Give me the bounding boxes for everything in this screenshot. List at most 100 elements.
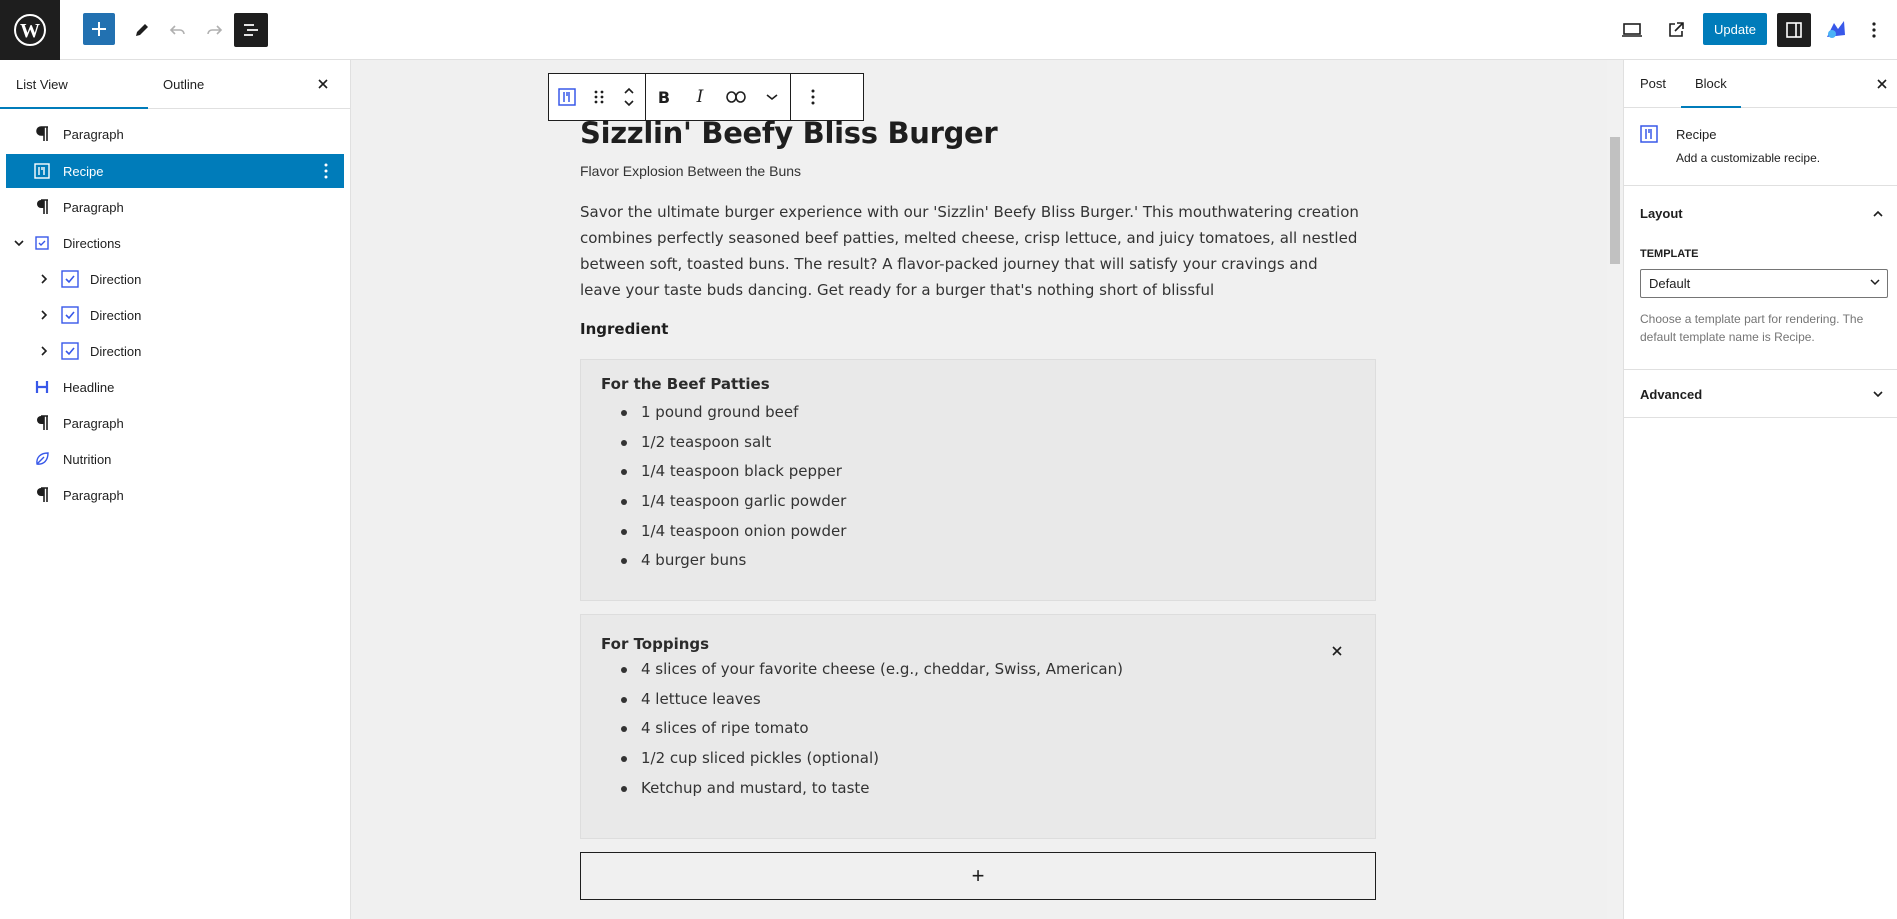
undo-icon[interactable] — [160, 12, 196, 48]
list-item-direction[interactable]: Direction — [6, 298, 344, 332]
edit-tool-pencil-icon[interactable] — [124, 12, 160, 48]
list-item-nutrition[interactable]: Nutrition — [6, 442, 344, 476]
paragraph-icon — [32, 413, 52, 433]
block-options-icon[interactable] — [316, 161, 336, 181]
svg-text:W: W — [20, 20, 40, 42]
recipe-icon — [32, 161, 52, 181]
template-select[interactable]: Default — [1640, 269, 1888, 298]
list-item-direction[interactable]: Direction — [6, 334, 344, 368]
list-item-label: Direction — [90, 343, 142, 359]
left-panel-tabs: List View Outline — [0, 60, 350, 109]
redo-icon[interactable] — [196, 12, 232, 48]
block-toolbar: B I — [548, 73, 864, 121]
close-icon[interactable] — [313, 74, 333, 94]
list-item[interactable]: 1/4 teaspoon garlic powder — [601, 487, 846, 517]
link-icon[interactable] — [718, 74, 754, 120]
block-options-icon[interactable] — [791, 74, 835, 120]
chevron-up-icon — [1868, 204, 1888, 224]
list-item[interactable]: 4 slices of your favorite cheese (e.g., … — [601, 655, 1123, 685]
view-post-external-icon[interactable] — [1658, 12, 1694, 48]
ingredient-group-toppings[interactable]: For Toppings 4 slices of your favorite c… — [580, 614, 1376, 839]
scrollbar-thumb[interactable] — [1610, 137, 1620, 264]
advanced-panel-header[interactable]: Advanced — [1624, 370, 1897, 418]
tab-list-view[interactable]: List View — [0, 60, 148, 109]
advanced-panel[interactable]: Advanced — [1624, 370, 1897, 418]
recipe-block-icon[interactable] — [549, 74, 585, 120]
layout-panel-header[interactable]: Layout — [1624, 186, 1897, 240]
more-options-icon[interactable] — [1856, 12, 1892, 48]
close-icon[interactable] — [1872, 74, 1892, 94]
list-item-paragraph[interactable]: Paragraph — [6, 190, 344, 224]
list-item-label: Nutrition — [63, 451, 112, 467]
list-item[interactable]: 1/2 cup sliced pickles (optional) — [601, 744, 1123, 774]
bold-icon[interactable]: B — [646, 74, 682, 120]
list-item[interactable]: 4 slices of ripe tomato — [601, 714, 1123, 744]
chevron-right-icon[interactable] — [37, 272, 51, 286]
tab-block[interactable]: Block — [1681, 60, 1741, 108]
chevron-right-icon[interactable] — [37, 344, 51, 358]
list-item[interactable]: 4 burger buns — [601, 546, 846, 576]
list-item-directions[interactable]: Directions — [6, 226, 344, 260]
template-help-text: Choose a template part for rendering. Th… — [1640, 312, 1864, 344]
list-item[interactable]: 1/4 teaspoon black pepper — [601, 457, 846, 487]
template-select-value: Default — [1649, 276, 1691, 291]
checkbox-icon — [60, 341, 80, 361]
editor-scrollbar[interactable] — [1607, 60, 1623, 919]
plugin-logo-icon[interactable] — [1818, 12, 1854, 48]
block-settings-sidebar: Post Block Recipe Add a customizable rec… — [1623, 60, 1897, 919]
recipe-subtitle[interactable]: Flavor Explosion Between the Buns — [580, 163, 801, 179]
recipe-title[interactable]: Sizzlin' Beefy Bliss Burger — [580, 116, 998, 150]
sidebar-tabs: Post Block — [1624, 60, 1897, 108]
recipe-intro-paragraph[interactable]: Savor the ultimate burger experience wit… — [580, 199, 1360, 303]
list-item[interactable]: 1 pound ground beef — [601, 398, 846, 428]
wordpress-logo-icon[interactable]: W — [0, 0, 60, 60]
list-item-paragraph[interactable]: Paragraph — [6, 117, 344, 151]
list-item[interactable]: 1/2 teaspoon salt — [601, 428, 846, 458]
chevron-down-icon — [1868, 384, 1888, 404]
chevron-down-icon[interactable] — [754, 74, 790, 120]
ingredient-heading[interactable]: Ingredient — [580, 320, 668, 338]
list-item-label: Paragraph — [63, 126, 124, 142]
preview-desktop-icon[interactable] — [1614, 12, 1650, 48]
list-item[interactable]: 1/4 teaspoon onion powder — [601, 517, 846, 547]
list-item-direction[interactable]: Direction — [6, 262, 344, 296]
list-item-paragraph[interactable]: Paragraph — [6, 478, 344, 512]
list-item[interactable]: Ketchup and mustard, to taste — [601, 774, 1123, 804]
ingredient-group-title[interactable]: For Toppings — [601, 635, 709, 653]
tab-outline[interactable]: Outline — [163, 60, 204, 109]
list-item-paragraph[interactable]: Paragraph — [6, 406, 344, 440]
chevron-down-icon[interactable] — [12, 236, 26, 250]
tab-post[interactable]: Post — [1640, 60, 1666, 108]
template-label: Template — [1640, 248, 1699, 260]
list-item-label: Paragraph — [63, 415, 124, 431]
nutrition-icon — [32, 449, 52, 469]
drag-handle-icon[interactable] — [585, 74, 613, 120]
paragraph-icon — [32, 124, 52, 144]
ingredient-group-title[interactable]: For the Beef Patties — [601, 375, 770, 393]
chevron-down-icon — [1869, 272, 1881, 301]
list-item-label: Headline — [63, 379, 115, 395]
update-button[interactable]: Update — [1703, 13, 1767, 45]
paragraph-icon — [32, 197, 52, 217]
list-item-label: Direction — [90, 307, 142, 323]
top-toolbar: W Update — [0, 0, 1897, 60]
list-item[interactable]: 4 lettuce leaves — [601, 685, 1123, 715]
chevron-right-icon[interactable] — [37, 308, 51, 322]
document-overview-button[interactable] — [234, 13, 268, 47]
block-name: Recipe — [1676, 127, 1717, 142]
italic-icon[interactable]: I — [682, 74, 718, 120]
checkbox-icon — [60, 269, 80, 289]
add-block-button[interactable] — [83, 13, 115, 45]
recipe-icon — [1640, 125, 1658, 146]
list-item-recipe[interactable]: Recipe — [6, 154, 344, 188]
ingredient-group-beef-patties[interactable]: For the Beef Patties 1 pound ground beef… — [580, 359, 1376, 601]
ingredient-list: 4 slices of your favorite cheese (e.g., … — [601, 655, 1123, 803]
settings-sidebar-toggle-icon[interactable] — [1777, 13, 1811, 47]
ingredient-list: 1 pound ground beef 1/2 teaspoon salt 1/… — [601, 398, 846, 576]
list-item-headline[interactable]: Headline — [6, 370, 344, 404]
list-item-label: Recipe — [63, 163, 104, 179]
block-appender-button[interactable]: + — [580, 852, 1376, 900]
close-icon[interactable] — [1327, 641, 1347, 661]
move-up-down-icon[interactable] — [613, 74, 645, 120]
heading-icon — [32, 377, 52, 397]
